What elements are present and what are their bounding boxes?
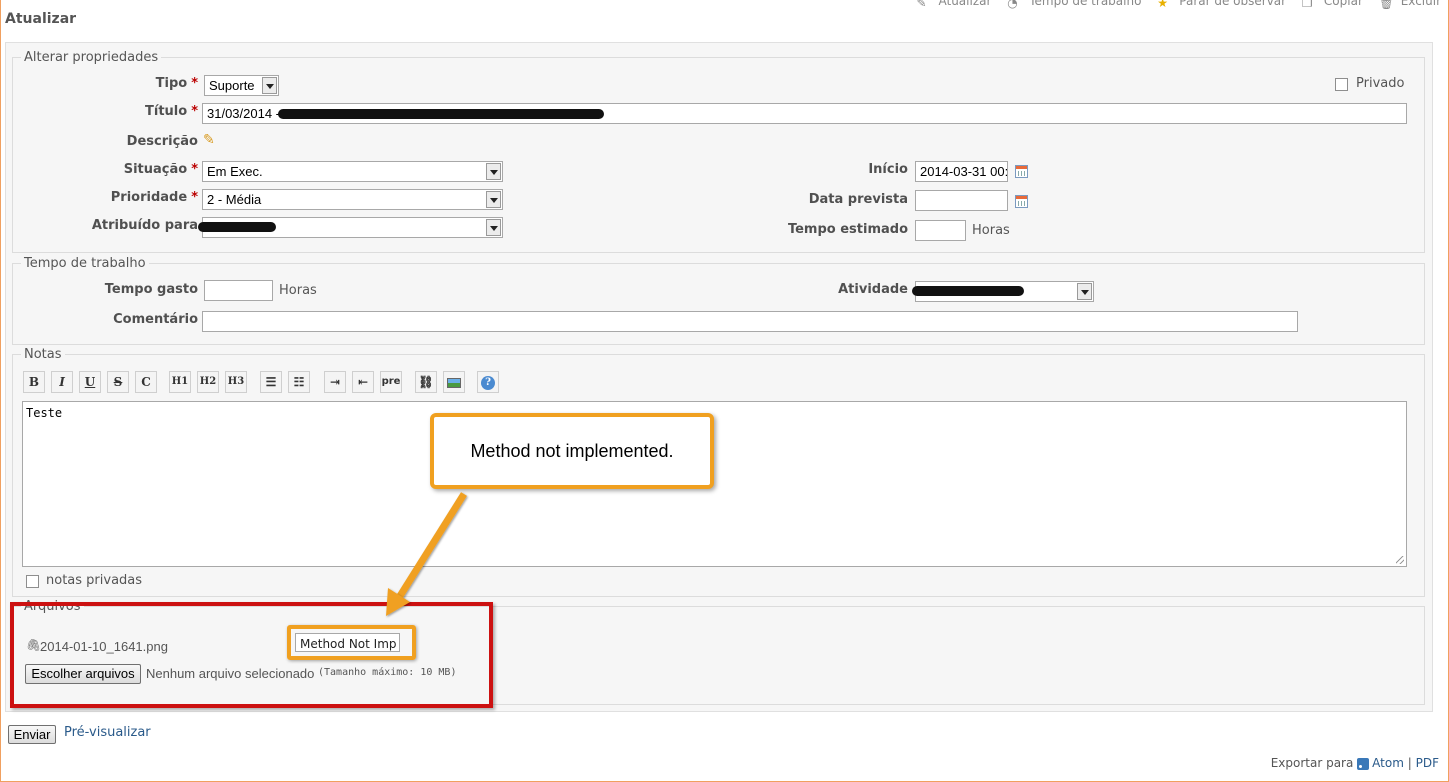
inicio-label: Início bbox=[868, 162, 908, 177]
file-description-highlight: Method Not Imp bbox=[287, 625, 416, 660]
redacted-assignee bbox=[198, 222, 276, 232]
indent-icon: ⇥ bbox=[329, 375, 341, 389]
redacted-activity bbox=[912, 286, 1024, 296]
submit-button[interactable]: Enviar bbox=[8, 725, 56, 744]
data-prevista-input[interactable] bbox=[915, 190, 1008, 211]
annotation-callout: Method not implemented. bbox=[430, 413, 714, 489]
help-button[interactable]: ? bbox=[477, 371, 499, 393]
comentario-input[interactable] bbox=[202, 311, 1298, 332]
h2-button[interactable]: H2 bbox=[197, 371, 219, 393]
atribuido-label: Atribuído para bbox=[91, 218, 198, 233]
outdent-button[interactable]: ⇤ bbox=[352, 371, 374, 393]
unwatch-action[interactable]: ★ Parar de observar bbox=[1151, 0, 1286, 10]
time-entry-legend: Tempo de trabalho bbox=[24, 256, 146, 271]
chevron-down-icon bbox=[1077, 283, 1092, 300]
link-button[interactable]: ⛓ bbox=[415, 371, 437, 393]
tempo-gasto-label: Tempo gasto bbox=[104, 282, 198, 297]
italic-button[interactable]: I bbox=[51, 371, 73, 393]
tempo-estimado-label: Tempo estimado bbox=[787, 222, 908, 237]
update-action[interactable]: ✎ Atualizar bbox=[910, 0, 991, 10]
tempo-estimado-unit: Horas bbox=[972, 223, 1010, 238]
private-notes-label: notas privadas bbox=[46, 573, 143, 588]
indent-button[interactable]: ⇥ bbox=[324, 371, 346, 393]
annotation-arrow-icon bbox=[386, 492, 467, 616]
privado-label: Privado bbox=[1356, 76, 1405, 91]
issue-actions: ✎ Atualizar ◔ Tempo de trabalho ★ Parar de … bbox=[904, 0, 1441, 10]
calendar-icon[interactable] bbox=[1015, 165, 1028, 178]
tempo-gasto-input[interactable] bbox=[204, 280, 273, 301]
pre-button[interactable]: pre bbox=[380, 371, 402, 393]
code-button[interactable]: C bbox=[135, 371, 157, 393]
help-icon: ? bbox=[481, 375, 495, 390]
star-icon: ★ bbox=[1157, 0, 1169, 10]
chevron-down-icon bbox=[486, 219, 501, 236]
footer-separator: | bbox=[1407, 756, 1412, 770]
comentario-label: Comentário bbox=[113, 312, 198, 327]
outdent-icon: ⇤ bbox=[357, 375, 369, 389]
descricao-label: Descrição bbox=[126, 134, 198, 149]
tempo-estimado-input[interactable] bbox=[915, 220, 966, 241]
bullet-list-icon: ☰ bbox=[265, 375, 277, 389]
calendar-icon[interactable] bbox=[1015, 195, 1028, 208]
bullet-list-button[interactable]: ☰ bbox=[260, 371, 282, 393]
preview-link[interactable]: Pré-visualizar bbox=[64, 725, 151, 740]
chevron-down-icon bbox=[486, 191, 501, 208]
situacao-select[interactable]: Em Exec. bbox=[202, 161, 503, 182]
atividade-label: Atividade bbox=[838, 282, 908, 297]
resize-grip-icon[interactable] bbox=[1396, 556, 1404, 564]
titulo-label: Título * bbox=[145, 104, 198, 119]
copy-icon: ❐ bbox=[1301, 0, 1313, 10]
numbered-list-icon: ☷ bbox=[293, 375, 305, 389]
notes-legend: Notas bbox=[24, 347, 62, 362]
trash-icon: 🗑 bbox=[1378, 0, 1394, 10]
inicio-input[interactable]: 2014-03-31 00:0 bbox=[915, 161, 1008, 182]
tipo-select[interactable]: Suporte bbox=[204, 75, 279, 96]
h3-button[interactable]: H3 bbox=[225, 371, 247, 393]
chevron-down-icon bbox=[262, 77, 277, 94]
clock-icon: ◔ bbox=[1007, 0, 1018, 10]
notes-textarea[interactable]: Teste bbox=[22, 401, 1407, 567]
rss-icon bbox=[1357, 757, 1370, 770]
underline-button[interactable]: U bbox=[79, 371, 101, 393]
private-notes-checkbox[interactable] bbox=[26, 575, 39, 588]
h1-button[interactable]: H1 bbox=[169, 371, 191, 393]
situacao-label: Situação * bbox=[123, 162, 198, 177]
prioridade-label: Prioridade * bbox=[110, 190, 198, 205]
redacted-title bbox=[278, 109, 604, 119]
copy-action[interactable]: ❐ Copiar bbox=[1296, 0, 1363, 10]
export-footer: Exportar para Atom | PDF bbox=[1271, 756, 1439, 770]
properties-legend: Alterar propriedades bbox=[24, 50, 159, 65]
log-time-action[interactable]: ◔ Tempo de trabalho bbox=[1001, 0, 1141, 10]
export-label: Exportar para bbox=[1270, 756, 1354, 770]
bold-button[interactable]: B bbox=[23, 371, 45, 393]
tipo-label: Tipo * bbox=[155, 76, 198, 91]
link-icon: ⛓ bbox=[418, 375, 434, 389]
chevron-down-icon bbox=[486, 163, 501, 180]
pdf-link[interactable]: PDF bbox=[1416, 756, 1439, 770]
privado-checkbox[interactable] bbox=[1335, 78, 1348, 91]
atom-link[interactable]: Atom bbox=[1372, 756, 1404, 770]
image-icon bbox=[447, 377, 461, 388]
tempo-gasto-unit: Horas bbox=[279, 283, 317, 298]
edit-description-icon[interactable]: ✎ bbox=[203, 132, 219, 148]
pencil-icon: ✎ bbox=[916, 0, 927, 10]
delete-action[interactable]: 🗑 Excluir bbox=[1373, 0, 1441, 10]
strikethrough-button[interactable]: S bbox=[107, 371, 129, 393]
data-prevista-label: Data prevista bbox=[808, 192, 908, 207]
numbered-list-button[interactable]: ☷ bbox=[288, 371, 310, 393]
image-button[interactable] bbox=[443, 371, 465, 393]
page-title: Atualizar bbox=[5, 11, 77, 27]
file-description-input[interactable]: Method Not Imp bbox=[295, 633, 400, 652]
prioridade-select[interactable]: 2 - Média bbox=[202, 189, 503, 210]
